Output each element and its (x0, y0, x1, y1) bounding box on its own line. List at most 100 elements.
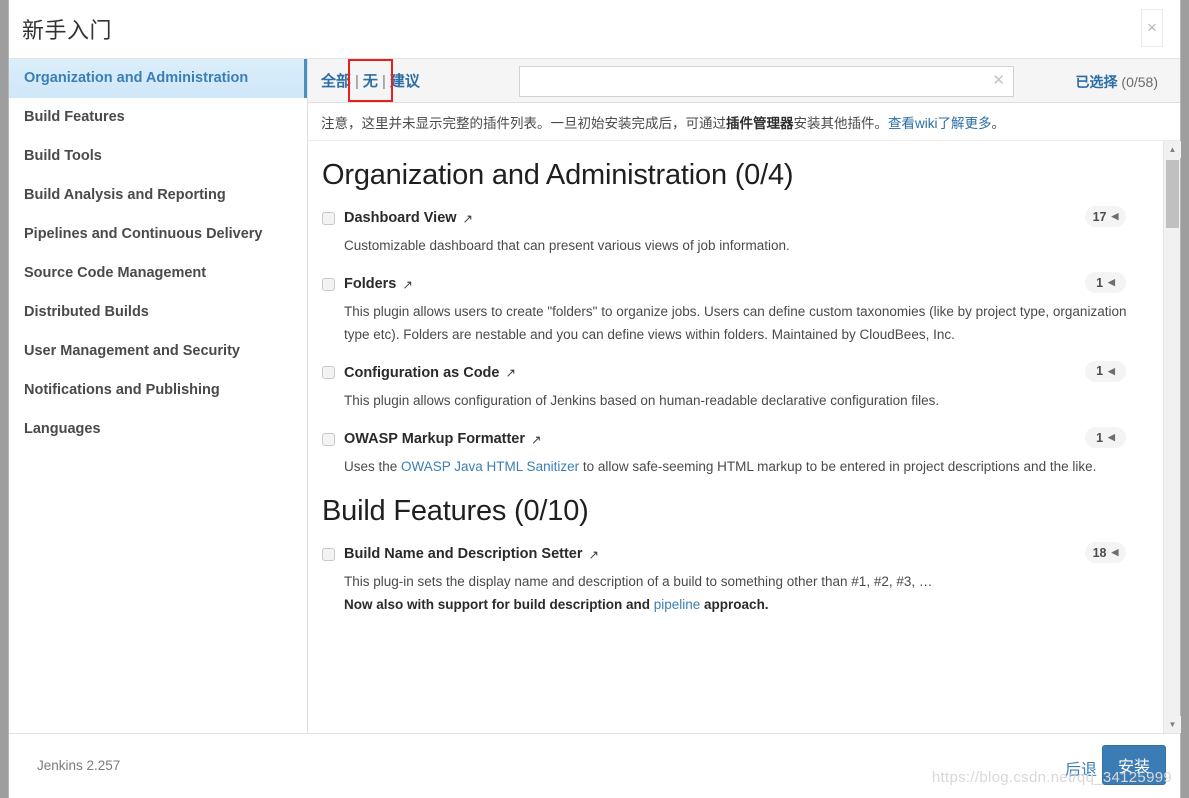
sidebar-item-pipelines-and-continuous-delivery[interactable]: Pipelines and Continuous Delivery (9, 215, 307, 254)
page-title: 新手入门 (22, 18, 113, 43)
scroll-up-icon[interactable]: ▲ (1164, 141, 1181, 158)
external-link-icon[interactable]: ↗ (531, 432, 541, 447)
plugin-checkbox[interactable] (322, 211, 335, 225)
sidebar-item-distributed-builds[interactable]: Distributed Builds (9, 293, 307, 332)
selected-label[interactable]: 已选择 (1076, 74, 1118, 90)
plugin-header: OWASP Markup Formatter ↗ 1 ◀ (322, 427, 1148, 449)
external-link-icon[interactable]: ↗ (589, 547, 599, 562)
selected-count: 已选择 (0/58) (1076, 72, 1158, 92)
vertical-scrollbar[interactable]: ▲ ▼ (1163, 141, 1181, 733)
plugin-row: OWASP Markup Formatter ↗ 1 ◀ Uses the OWA… (322, 427, 1148, 478)
sidebar-item-build-features[interactable]: Build Features (9, 98, 307, 137)
plugin-version-badge[interactable]: 1 ◀ (1085, 272, 1126, 294)
description-text: Customizable dashboard that can present … (344, 238, 790, 253)
notice-text-part2: 安装其他插件。 (793, 115, 889, 131)
filter-none-link[interactable]: 无 (363, 73, 378, 90)
plugin-header: Configuration as Code ↗ 1 ◀ (322, 360, 1148, 383)
sidebar-item-source-code-management[interactable]: Source Code Management (9, 254, 307, 293)
notice-text-part3: 。 (991, 115, 1006, 131)
close-icon[interactable]: × (1141, 9, 1163, 47)
plugin-version-badge[interactable]: 18 ◀ (1085, 542, 1126, 564)
setup-wizard-window: 新手入门 × Organization and Administration B… (8, 0, 1181, 798)
filter-links: 全部 | 无 | 建议 (321, 70, 420, 91)
window-footer: Jenkins 2.257 后退 安装 https://blog.csdn.ne… (9, 733, 1180, 798)
plugin-description: This plugin allows users to create "fold… (344, 301, 1148, 346)
notice-bold-plugin-manager: 插件管理器 (726, 115, 794, 131)
triangle-left-icon: ◀ (1111, 547, 1119, 558)
sidebar-item-languages[interactable]: Languages (9, 410, 307, 449)
search-input[interactable] (519, 66, 1014, 97)
description-text-post: to allow safe-seeming HTML markup to be … (579, 459, 1097, 475)
plugin-checkbox[interactable] (322, 277, 335, 291)
filter-separator-1: | (355, 73, 359, 90)
filter-suggested-link[interactable]: 建议 (390, 73, 420, 90)
category-sidebar: Organization and Administration Build Fe… (9, 59, 308, 733)
sidebar-item-organization-and-administration[interactable]: Organization and Administration (9, 59, 307, 98)
plugin-checkbox[interactable] (322, 366, 335, 380)
plugin-list-notice: 注意，这里并未显示完整的插件列表。一旦初始安装完成后，可通过 插件管理器 安装其他插… (308, 103, 1180, 141)
badge-count: 17 (1092, 209, 1107, 224)
scroll-down-icon[interactable]: ▼ (1164, 716, 1181, 733)
plugin-name[interactable]: Configuration as Code (344, 365, 499, 381)
description-line-1: This plug-in sets the display name and d… (344, 574, 933, 590)
triangle-left-icon: ◀ (1108, 365, 1115, 376)
plugin-header: Dashboard View ↗ 17 ◀ (322, 206, 1148, 228)
description-text-pre: Uses the (344, 459, 402, 475)
clear-search-icon[interactable]: ✕ (992, 71, 1005, 89)
sidebar-item-build-analysis-and-reporting[interactable]: Build Analysis and Reporting (9, 176, 307, 215)
plugin-row: Configuration as Code ↗ 1 ◀ This plugin a… (322, 360, 1148, 412)
plugin-version-badge[interactable]: 1 ◀ (1085, 360, 1126, 382)
search-field-wrapper: ✕ (519, 66, 1014, 97)
notice-wiki-link[interactable]: 查看wiki了解更多 (888, 112, 992, 132)
plugin-row: Dashboard View ↗ 17 ◀ Customizable dashbo… (322, 206, 1148, 257)
window-titlebar: 新手入门 × (9, 0, 1180, 59)
window-body: Organization and Administration Build Fe… (9, 59, 1181, 733)
badge-count: 1 (1096, 275, 1104, 290)
plugin-header: Folders ↗ 1 ◀ (322, 272, 1148, 294)
jenkins-version-label: Jenkins 2.257 (37, 758, 121, 773)
external-link-icon[interactable]: ↗ (505, 365, 515, 380)
description-line-2: Now also with support for build descript… (344, 594, 1148, 616)
triangle-left-icon: ◀ (1108, 432, 1115, 443)
pipeline-link[interactable]: pipeline (654, 597, 701, 612)
plugin-header: Build Name and Description Setter ↗ 18 ◀ (322, 542, 1148, 564)
plugin-name[interactable]: Build Name and Description Setter (344, 546, 583, 562)
badge-count: 1 (1096, 430, 1104, 445)
sidebar-item-notifications-and-publishing[interactable]: Notifications and Publishing (9, 371, 307, 410)
plugin-description: This plugin allows configuration of Jenk… (344, 390, 1148, 412)
sidebar-item-user-management-and-security[interactable]: User Management and Security (9, 332, 307, 371)
plugin-description: Customizable dashboard that can present … (344, 235, 1148, 257)
plugin-version-badge[interactable]: 1 ◀ (1085, 427, 1126, 449)
plugin-row: Folders ↗ 1 ◀ This plugin allows users to… (322, 272, 1148, 346)
badge-count: 1 (1096, 364, 1104, 379)
external-link-icon[interactable]: ↗ (463, 211, 473, 226)
plugin-list: Organization and Administration (0/4) Da… (308, 141, 1163, 733)
plugin-description: This plug-in sets the display name and d… (344, 571, 1148, 616)
filter-all-link[interactable]: 全部 (321, 73, 351, 90)
owasp-sanitizer-link[interactable]: OWASP Java HTML Sanitizer (401, 459, 579, 474)
external-link-icon[interactable]: ↗ (402, 277, 412, 292)
plugin-version-badge[interactable]: 17 ◀ (1085, 206, 1126, 227)
plugin-checkbox[interactable] (322, 432, 335, 446)
sidebar-item-build-tools[interactable]: Build Tools (9, 137, 307, 176)
triangle-left-icon: ◀ (1111, 211, 1119, 221)
back-button[interactable]: 后退 (1065, 756, 1097, 780)
scrollbar-thumb[interactable] (1166, 160, 1179, 228)
plugin-name[interactable]: OWASP Markup Formatter (344, 431, 525, 447)
description-bold-pre: Now also with support for build descript… (344, 596, 654, 612)
plugin-scroll-region: Organization and Administration (0/4) Da… (308, 141, 1181, 733)
selected-number: (0/58) (1121, 74, 1158, 90)
plugin-name[interactable]: Dashboard View (344, 210, 457, 226)
plugin-description: Uses the OWASP Java HTML Sanitizer to al… (344, 456, 1148, 478)
notice-text-part1: 注意，这里并未显示完整的插件列表。一旦初始安装完成后，可通过 (321, 115, 726, 131)
description-text: This plugin allows users to create "fold… (344, 304, 1127, 342)
description-text: This plugin allows configuration of Jenk… (344, 392, 940, 408)
plugin-name[interactable]: Folders (344, 276, 396, 292)
plugin-checkbox[interactable] (322, 547, 335, 561)
plugin-row: Build Name and Description Setter ↗ 18 ◀ … (322, 542, 1148, 616)
badge-count: 18 (1092, 545, 1107, 560)
filter-separator-2: | (381, 73, 386, 90)
description-bold-post: approach. (700, 596, 769, 612)
install-button[interactable]: 安装 (1102, 745, 1166, 785)
section-heading-build-features: Build Features (0/10) (322, 495, 589, 528)
